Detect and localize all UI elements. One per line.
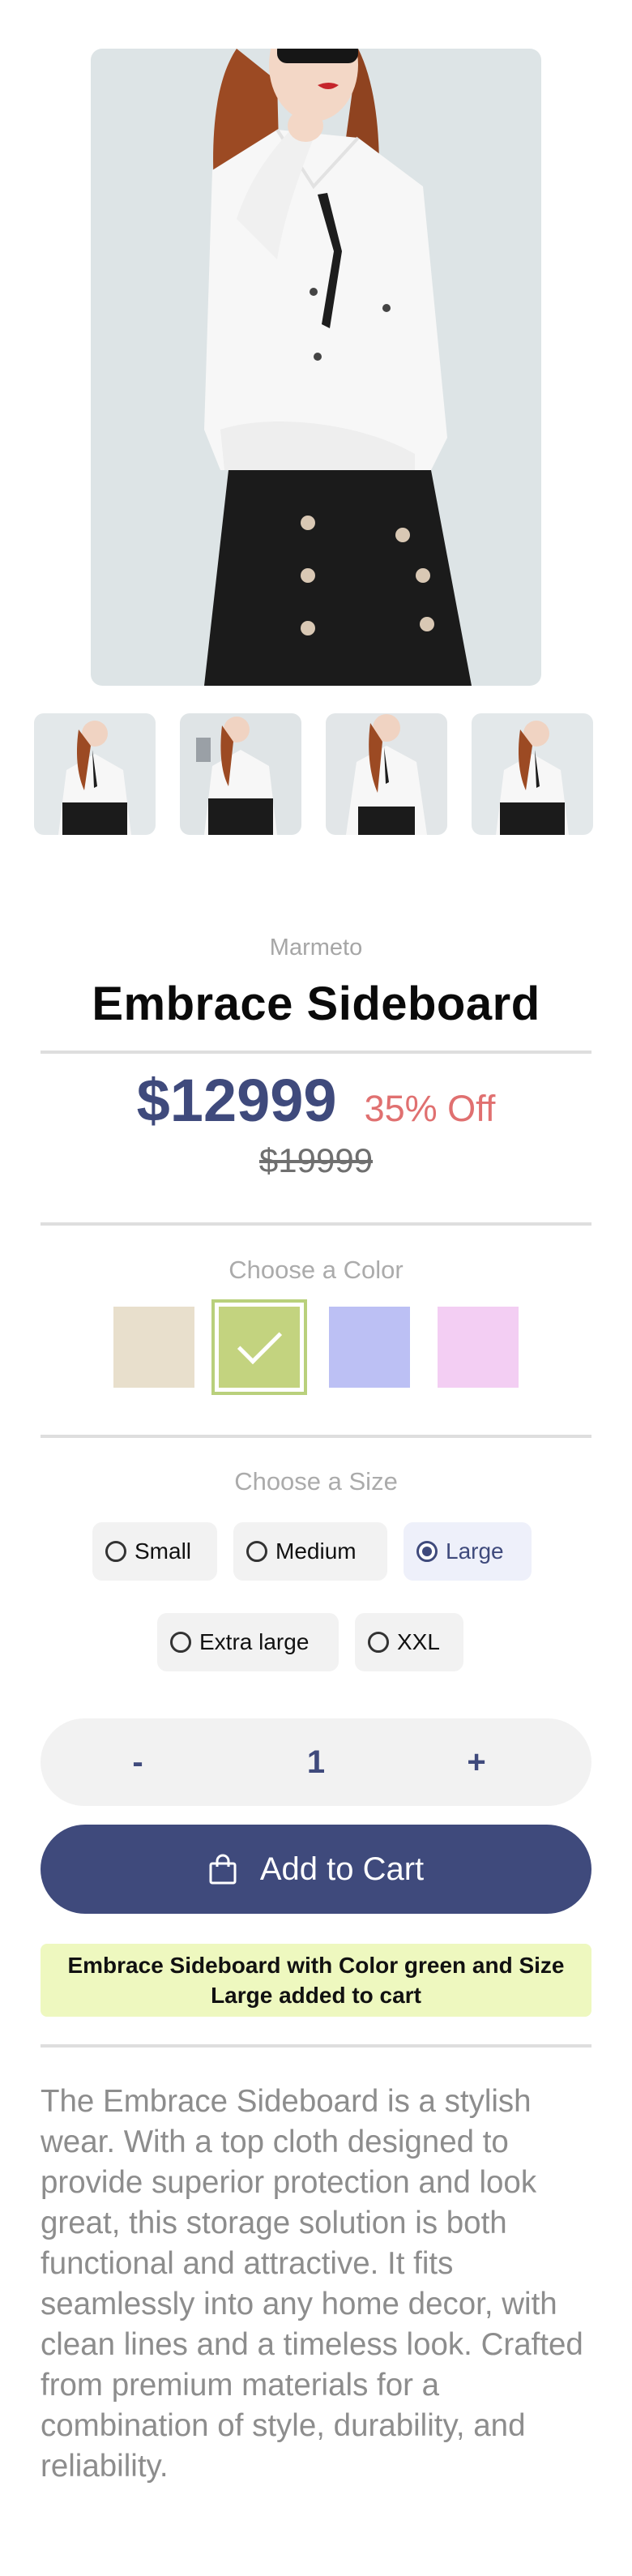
- color-swatch-green[interactable]: [219, 1307, 300, 1388]
- add-to-cart-label: Add to Cart: [259, 1851, 425, 1887]
- cart-notice: Embrace Sideboard with Color green and S…: [41, 1944, 591, 2017]
- radio-icon: [368, 1632, 389, 1653]
- product-title: Embrace Sideboard: [92, 978, 540, 1030]
- product-description: The Embrace Sideboard is a stylish wear.…: [41, 2084, 583, 2484]
- size-label: Extra large: [199, 1629, 310, 1654]
- sale-price: $12999: [136, 1067, 337, 1134]
- color-swatch-beige[interactable]: [113, 1307, 194, 1388]
- thumbnail-3[interactable]: [326, 713, 447, 835]
- size-label: XXL: [397, 1629, 440, 1654]
- divider: [41, 2044, 591, 2048]
- add-to-cart-button[interactable]: Add to Cart: [41, 1825, 591, 1914]
- decrement-button[interactable]: -: [89, 1718, 186, 1806]
- size-option-large[interactable]: Large: [404, 1522, 532, 1581]
- size-option-extra-large[interactable]: Extra large: [157, 1613, 339, 1671]
- increment-button[interactable]: +: [428, 1718, 525, 1806]
- main-product-image: [91, 49, 541, 686]
- size-label: Medium: [275, 1538, 357, 1564]
- thumbnail-1[interactable]: [34, 713, 156, 835]
- color-picker-label: Choose a Color: [228, 1256, 404, 1284]
- size-label: Small: [135, 1538, 192, 1564]
- size-option-small[interactable]: Small: [92, 1522, 217, 1581]
- size-label: Large: [446, 1538, 504, 1564]
- radio-icon: [246, 1541, 267, 1562]
- discount-badge: 35% Off: [364, 1088, 496, 1129]
- compare-price: $19999: [258, 1141, 374, 1179]
- size-option-medium[interactable]: Medium: [233, 1522, 387, 1581]
- radio-selected-icon: [416, 1541, 438, 1562]
- shopping-bag-icon: [209, 1854, 237, 1885]
- radio-icon: [170, 1632, 191, 1653]
- thumbnail-2[interactable]: [180, 713, 301, 835]
- divider: [41, 1435, 591, 1438]
- thumbnail-4[interactable]: [472, 713, 593, 835]
- radio-icon: [105, 1541, 126, 1562]
- price-row: $12999 35% Off: [0, 1066, 632, 1135]
- quantity-value: 1: [306, 1744, 326, 1780]
- quantity-stepper: - 1 +: [41, 1718, 591, 1806]
- divider: [41, 1051, 591, 1054]
- color-swatch-pink[interactable]: [438, 1307, 519, 1388]
- divider: [41, 1222, 591, 1226]
- vendor-name: Marmeto: [269, 935, 363, 961]
- size-picker-label: Choose a Size: [234, 1467, 398, 1496]
- size-option-xxl[interactable]: XXL: [355, 1613, 463, 1671]
- color-swatch-blue[interactable]: [329, 1307, 410, 1388]
- check-icon: [237, 1319, 283, 1365]
